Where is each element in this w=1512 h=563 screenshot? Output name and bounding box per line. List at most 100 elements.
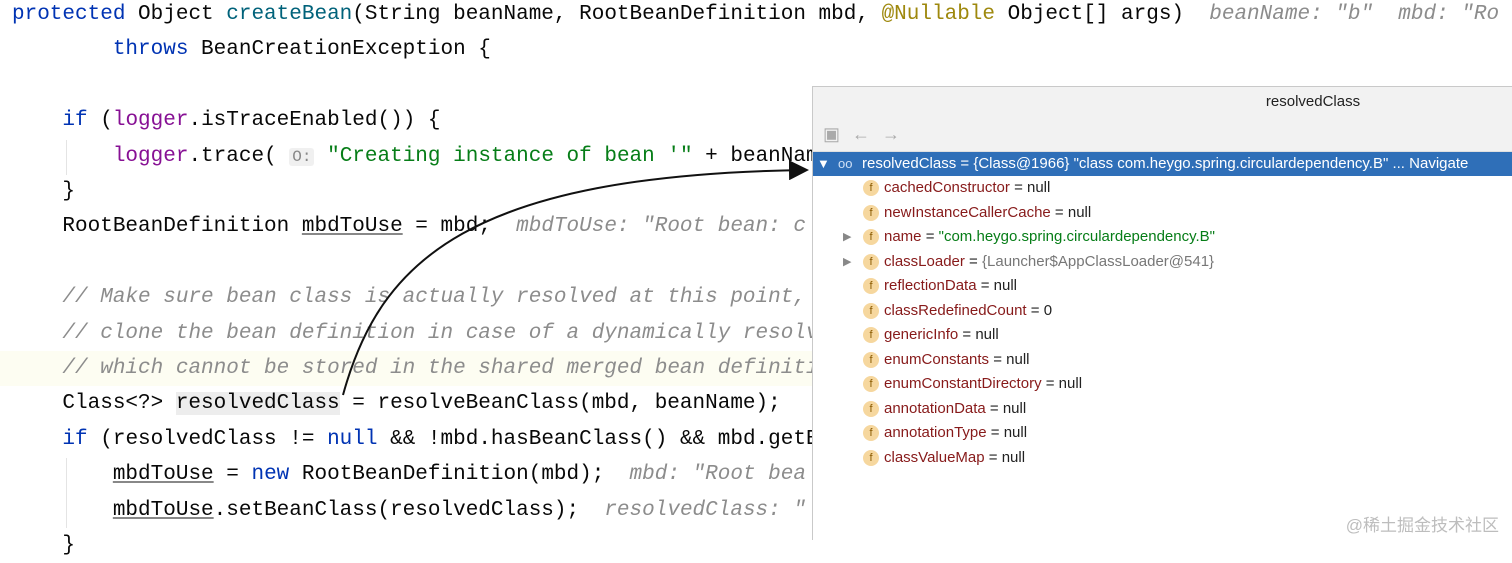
code-token: RootBeanDefinition [12,215,302,239]
code-token: @Nullable [881,3,995,26]
code-token: (String beanName, RootBeanDefinition mbd… [352,3,882,26]
code-line: Class<?> resolvedClass = resolveBeanClas… [12,386,781,421]
code-token: RootBeanDefinition(mbd); [301,463,630,487]
code-token: } [12,534,76,557]
code-token: mbdToUse [112,463,214,487]
field-icon: f [863,327,879,343]
code-token: + beanName [692,144,832,168]
code-line: protected Object createBean(String beanN… [12,0,1499,32]
code-line: // which cannot be stored in the shared … [12,351,856,386]
field-icon: f [863,253,879,270]
field-row[interactable]: f annotationType = null [813,421,1512,446]
expand-icon[interactable]: ▶ [843,250,851,275]
code-line: } [12,174,75,209]
field-value: = null [986,424,1028,441]
code-line: // clone the bean definition in case of … [12,316,844,351]
field-value: "com.heygo.spring.circulardependency.B" [938,228,1215,245]
field-name: annotationData [884,399,986,417]
field-name: annotationType [884,424,987,441]
field-name: reflectionData [884,277,977,294]
field-value: = null [1009,179,1051,196]
root-name: resolvedClass [862,155,957,172]
code-token: && !mbd.hasBeanClass() && mbd.getBe [377,427,832,451]
root-value: = {Class@1966} "class com.heygo.spring.c… [956,155,1410,172]
code-token: Object [138,3,227,26]
code-token: Class<?> [12,392,176,416]
forward-arrow-icon[interactable]: → [882,124,900,145]
field-row[interactable]: f newInstanceCallerCache = null [813,201,1512,226]
field-icon: f [863,302,879,319]
field-row[interactable]: ▶ f name = "com.heygo.spring.circulardepen… [813,225,1512,250]
code-token: BeanCreationException { [201,38,491,62]
field-value: = null [958,326,999,343]
inline-debug-value: beanName: "b" mbd: "Ro [1209,3,1500,26]
field-value: = null [984,448,1026,466]
code-line: throws BeanCreationException { [12,32,491,67]
field-value: = null [1041,375,1083,392]
field-row[interactable]: ▶ f classLoader = {Launcher$AppClassLoader… [813,250,1512,275]
code-token: logger [112,144,189,168]
inline-debug-value: resolvedClass: " [604,498,806,522]
collapse-icon[interactable]: ▼ [817,152,830,177]
inline-debug-value: mbd: "Root bea [629,463,806,487]
code-line: if (logger.isTraceEnabled()) { [12,103,441,138]
variable-tree: ▼ oo resolvedClass = {Class@1966} "class… [813,152,1512,470]
field-value: = null [985,399,1027,417]
field-icon: f [863,376,879,392]
field-icon: f [863,229,879,245]
code-token: .setBeanClass(resolvedClass); [213,498,605,522]
navigate-link[interactable]: Navigate [1409,155,1468,172]
field-icon: f [863,278,879,294]
code-token: mbdToUse [301,215,403,239]
code-token: null [327,427,378,451]
expand-icon[interactable]: ▶ [843,225,851,250]
field-name: name [884,228,922,245]
frame-icon[interactable]: ▣ [823,124,840,145]
field-icon: f [863,400,879,417]
debugger-value-popup[interactable]: resolvedClass ▣ ← → ▼ oo resolvedClass =… [812,86,1512,540]
inline-debug-value: mbdToUse: "Root bean: c [516,215,806,239]
code-token: if [62,109,101,133]
field-row[interactable]: f cachedConstructor = null [813,176,1512,201]
field-row[interactable]: f genericInfo = null [813,323,1512,348]
field-row[interactable]: f enumConstants = null [813,348,1512,373]
code-token: } [12,180,76,203]
code-token: // clone the bean definition in case of … [62,321,844,345]
code-token: logger [112,109,189,133]
field-name: newInstanceCallerCache [884,203,1051,221]
field-name: enumConstants [884,350,990,368]
code-token: ( [100,109,113,133]
field-row[interactable]: f enumConstantDirectory = null [813,372,1512,397]
field-row[interactable]: f classRedefinedCount = 0 [813,299,1512,324]
code-token: // which cannot be stored in the shared … [62,357,857,380]
code-line: mbdToUse = new RootBeanDefinition(mbd); … [12,457,806,492]
field-name: classRedefinedCount [884,301,1027,319]
tree-root-row[interactable]: ▼ oo resolvedClass = {Class@1966} "class… [813,152,1512,176]
code-token: new [251,463,302,487]
field-name: genericInfo [884,326,959,343]
code-token: = mbd; [402,215,517,239]
popup-toolbar: ▣ ← → [813,117,1512,152]
code-line: } [12,528,75,563]
field-icon: f [863,425,879,441]
field-row[interactable]: f classValueMap = null [813,446,1512,471]
code-token: "Creating instance of bean '" [327,144,693,168]
code-token: // Make sure bean class is actually reso… [62,286,857,310]
field-row[interactable]: f annotationData = null [813,397,1512,422]
field-value: {Launcher$AppClassLoader@541} [982,252,1215,270]
code-token: .isTraceEnabled()) { [188,109,441,133]
back-arrow-icon[interactable]: ← [852,124,870,145]
watermark: @稀土掘金技术社区 [1345,516,1499,535]
field-value: = null [976,277,1018,294]
field-name: cachedConstructor [884,179,1010,196]
field-row[interactable]: f reflectionData = null [813,274,1512,299]
code-token: (resolvedClass != [100,427,328,451]
